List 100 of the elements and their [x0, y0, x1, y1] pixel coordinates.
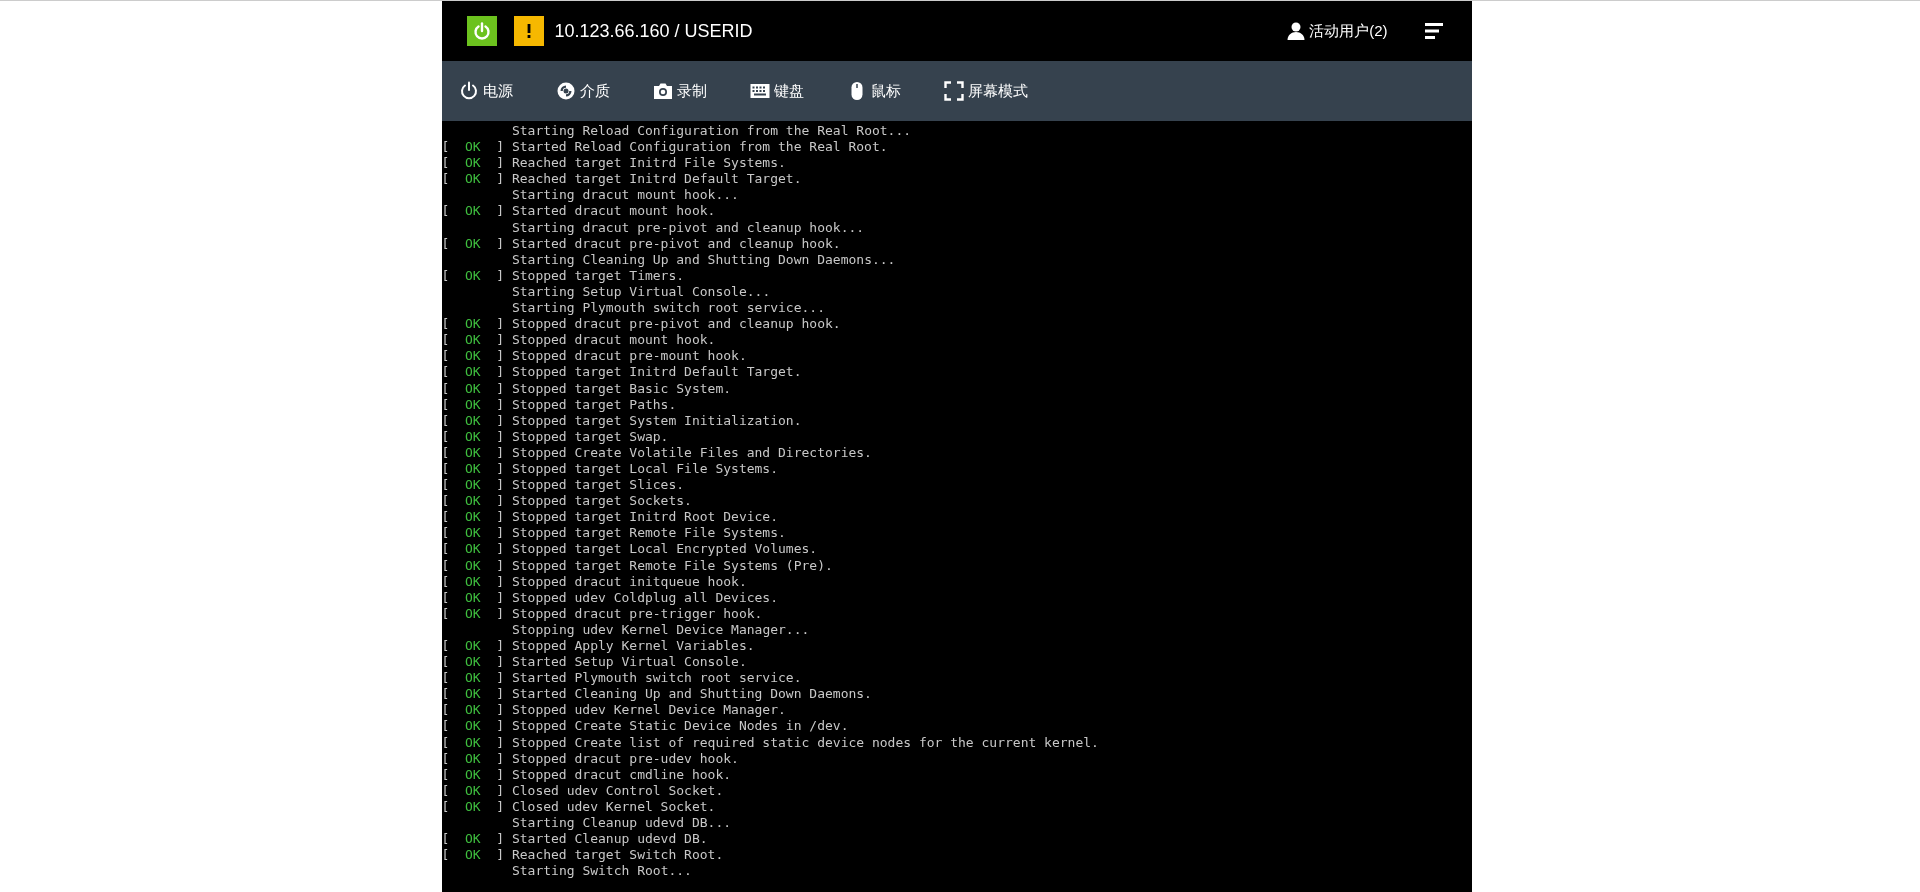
bracket-text: [ [441, 235, 451, 252]
console-line: Stopped Apply Kernel Variables. [511, 638, 755, 655]
bracket-text: [ [441, 139, 451, 156]
ok-status: OK [464, 734, 482, 751]
ok-status: OK [464, 412, 482, 429]
bracket-text: [ [441, 702, 451, 719]
bracket-text: [ [441, 831, 451, 848]
bracket-text: [ [441, 155, 451, 172]
ok-status: OK [464, 573, 482, 590]
bracket-text: ] [496, 525, 506, 542]
console-line: Stopped target Slices. [511, 477, 685, 494]
ok-status: OK [464, 380, 482, 397]
toolbar-button[interactable]: 键盘 [749, 81, 847, 101]
toolbar-button[interactable]: 屏幕模式 [943, 81, 1028, 101]
ok-status: OK [464, 525, 482, 542]
console-line: Starting Reload Configuration from the Real Root... [511, 123, 912, 140]
bracket-text: ] [496, 670, 506, 687]
menu-icon[interactable] [1423, 21, 1444, 41]
ok-status: OK [464, 541, 482, 558]
toolbar-button[interactable]: 鼠标 [846, 81, 944, 101]
warning-icon[interactable] [513, 16, 544, 46]
bracket-text: [ [441, 718, 451, 735]
bracket-text: ] [496, 509, 506, 526]
ok-status: OK [464, 203, 482, 220]
bracket-text: [ [441, 428, 451, 445]
bracket-text: ] [496, 267, 506, 284]
bracket-text: ] [496, 493, 506, 510]
ok-status: OK [464, 364, 482, 381]
bracket-text: ] [496, 380, 506, 397]
bracket-text: ] [496, 589, 506, 606]
bracket-text: [ [441, 316, 451, 333]
ok-status: OK [464, 477, 482, 494]
ok-status: OK [464, 702, 482, 719]
bracket-text: ] [496, 798, 506, 816]
console-line: Stopped target Local File Systems. [511, 460, 778, 478]
bracket-text: ] [496, 702, 506, 719]
ok-status: OK [464, 798, 482, 816]
console-line: Closed udev Control Socket. [511, 782, 724, 799]
ok-status: OK [464, 171, 482, 188]
toolbar-button[interactable]: 录制 [652, 81, 750, 101]
ok-status: OK [464, 831, 482, 848]
bracket-text: ] [496, 396, 506, 413]
console-line: Started Cleaning Up and Shutting Down Daemons. [511, 686, 872, 703]
bracket-text: [ [441, 444, 451, 461]
toolbar-button[interactable]: 电源 [458, 81, 556, 101]
bracket-text: [ [441, 766, 451, 783]
console-line: Stopped Create Static Device Nodes in /dev. [511, 718, 849, 735]
ok-status: OK [464, 348, 482, 365]
bracket-text: [ [441, 557, 451, 574]
bracket-text: ] [496, 444, 506, 461]
bracket-text: [ [441, 782, 451, 799]
power-icon [458, 81, 479, 101]
bracket-text: [ [441, 412, 451, 429]
console-line: Stopped target Sockets. [511, 493, 692, 510]
bracket-text: ] [496, 412, 506, 429]
bracket-text: [ [441, 396, 451, 413]
console-line: Stopped target Paths. [511, 396, 677, 413]
console-line: Stopped target Local Encrypted Volumes. [511, 541, 818, 558]
bracket-text: [ [441, 638, 451, 655]
bracket-text: [ [441, 605, 451, 622]
ok-status: OK [464, 139, 482, 156]
power-status-icon[interactable] [466, 16, 497, 46]
bracket-text: ] [496, 139, 506, 156]
ok-status: OK [464, 235, 482, 252]
bracket-text: [ [441, 654, 451, 671]
console-line: Reached target Initrd Default Target. [511, 171, 802, 188]
console-line: Reached target Switch Root. [511, 847, 724, 864]
console-line: Closed udev Kernel Socket. [511, 798, 716, 816]
console-line: Stopped Create list of required static device nodes for the current kernel. [511, 734, 1099, 751]
bracket-text: [ [441, 380, 451, 397]
bracket-text: ] [496, 638, 506, 655]
ok-status: OK [464, 428, 482, 445]
ok-status: OK [464, 444, 482, 461]
bracket-text: [ [441, 541, 451, 558]
ok-status: OK [464, 316, 482, 333]
bracket-text: ] [496, 573, 506, 590]
ok-status: OK [464, 782, 482, 799]
bracket-text: ] [496, 155, 506, 172]
ok-status: OK [464, 654, 482, 671]
bracket-text: [ [441, 203, 451, 220]
bracket-text: ] [496, 847, 506, 864]
console-line: Starting dracut pre-pivot and cleanup hook... [511, 219, 865, 236]
console-line: Started dracut pre-pivot and cleanup hook. [511, 235, 841, 252]
active-users-button[interactable]: 活动用户(2) [1286, 21, 1388, 41]
console-line: Stopped dracut initqueue hook. [511, 573, 747, 590]
ok-status: OK [464, 396, 482, 413]
bracket-text: [ [441, 348, 451, 365]
bracket-text: [ [441, 364, 451, 381]
bracket-text: ] [496, 541, 506, 558]
bracket-text: [ [441, 332, 451, 349]
toolbar-button[interactable]: 介质 [555, 81, 653, 101]
camera-icon [652, 81, 673, 101]
console-line: Started Setup Virtual Console. [511, 654, 747, 671]
ok-status: OK [464, 750, 482, 767]
console-line: Stopped target Initrd Root Device. [511, 509, 778, 526]
console-line: Starting Plymouth switch root service... [511, 300, 825, 317]
ok-status: OK [464, 847, 482, 864]
bracket-text: ] [496, 460, 506, 478]
bracket-text: ] [496, 557, 506, 574]
bracket-text: ] [496, 364, 506, 381]
